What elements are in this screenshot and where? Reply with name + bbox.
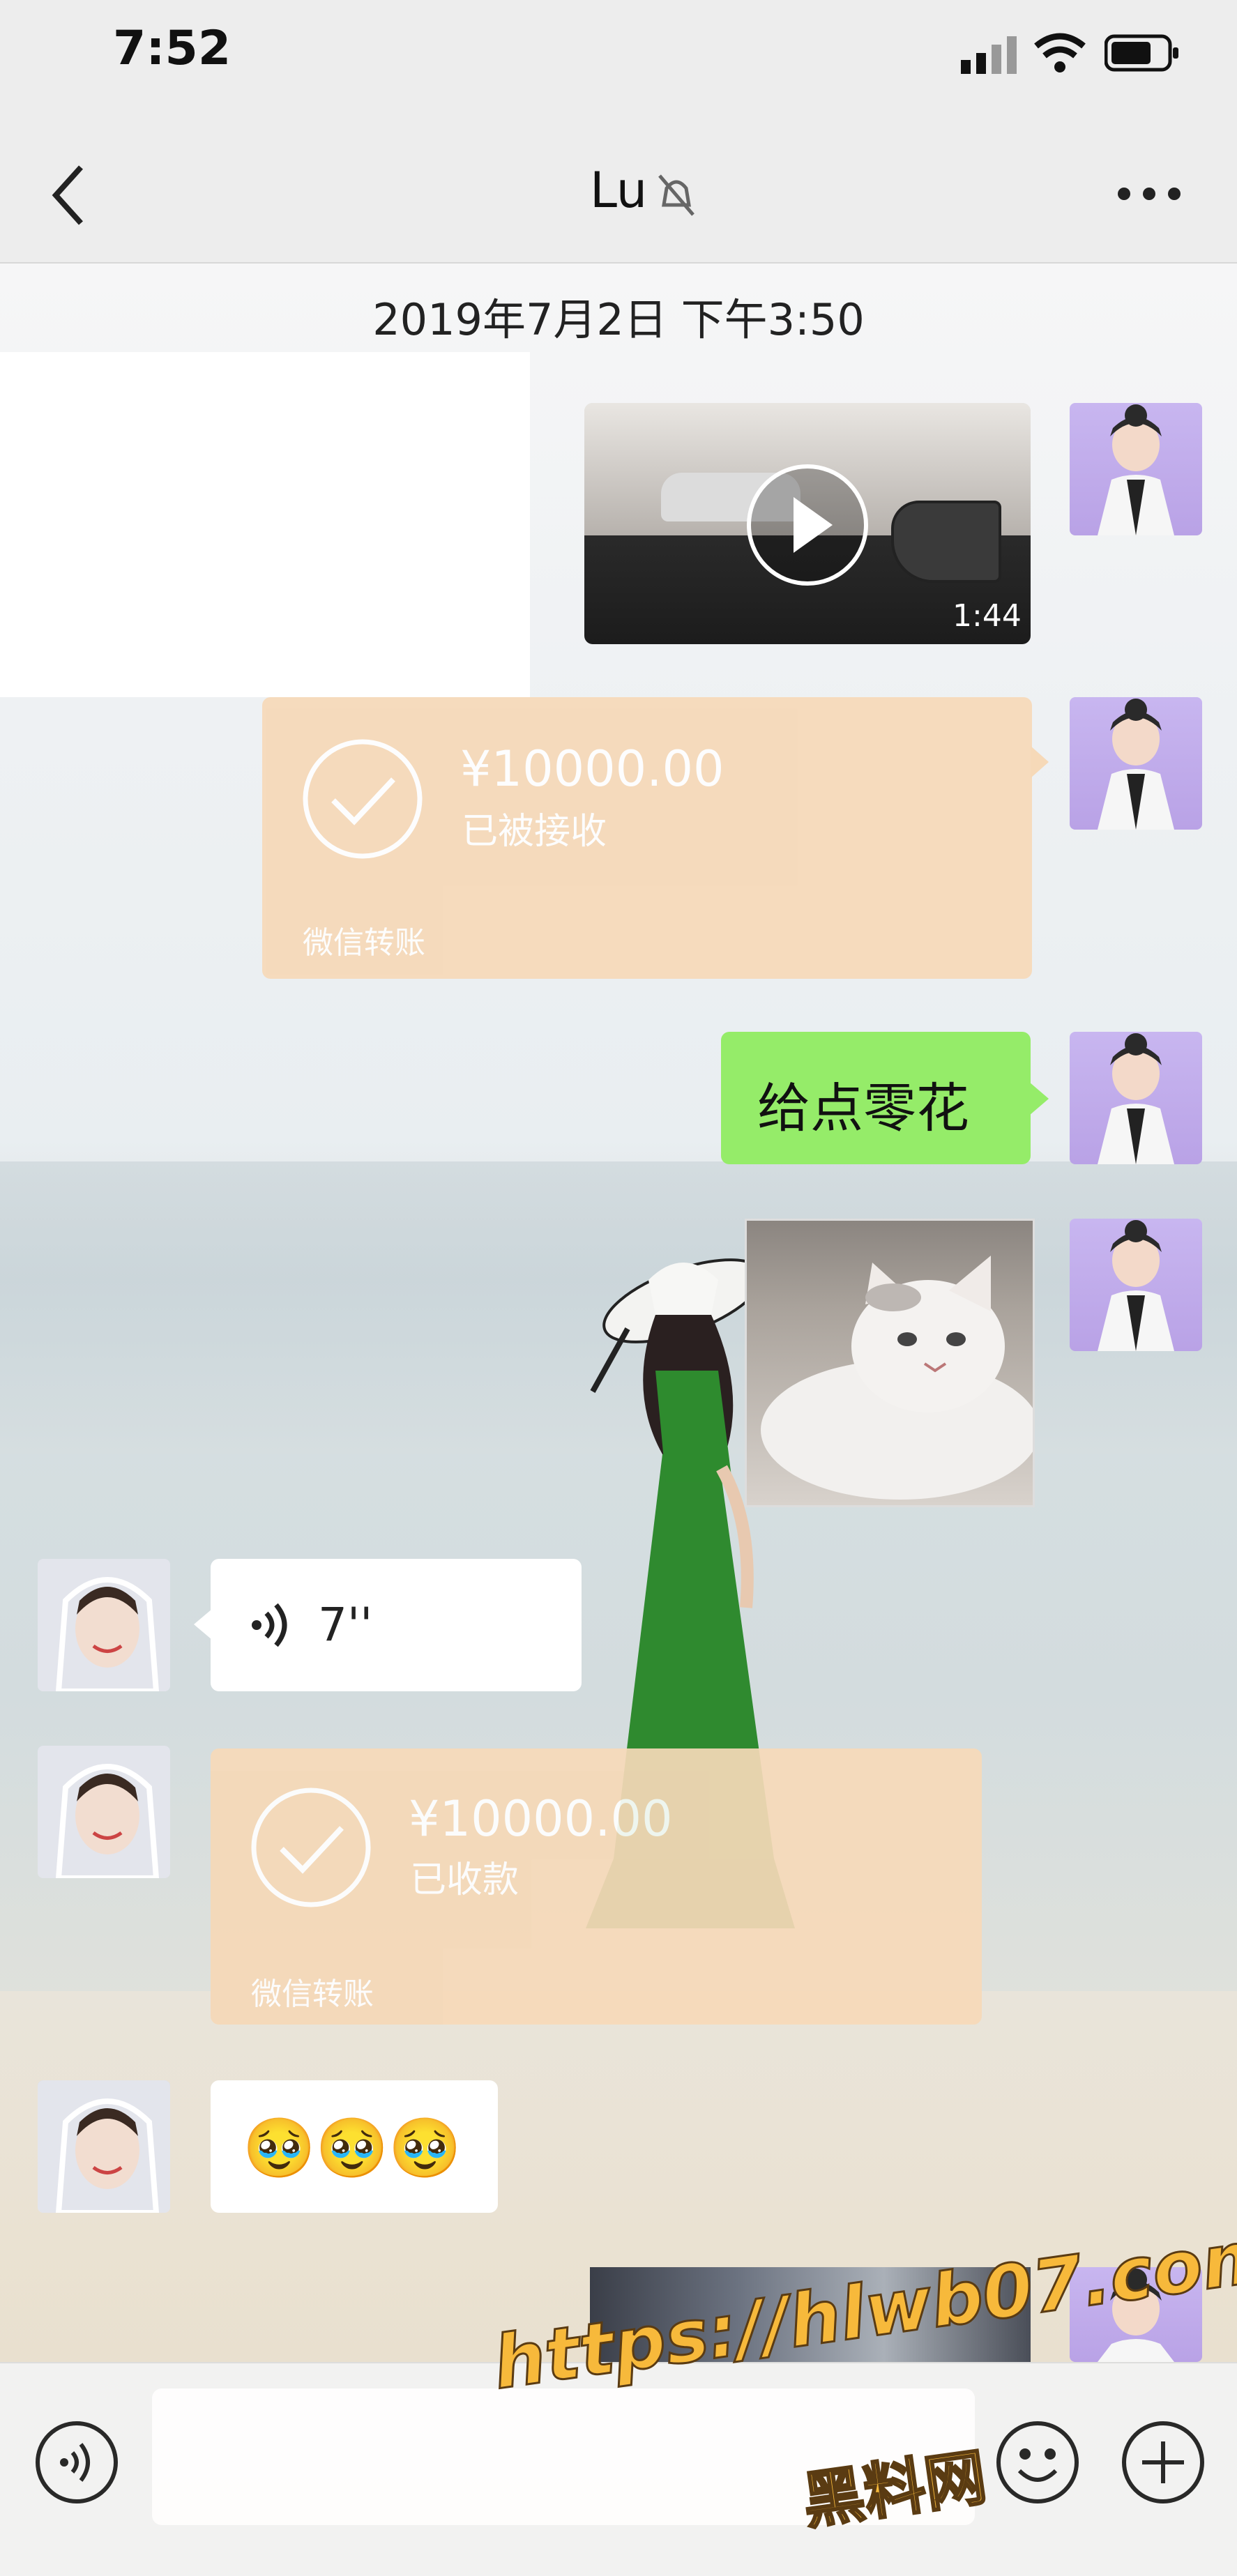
voice-message[interactable]: 7'' (211, 1559, 582, 1691)
input-bar (0, 2362, 1237, 2576)
check-circle-icon (303, 739, 423, 859)
avatar-bride-illustration (38, 1746, 170, 1878)
text-bubble-sent[interactable]: 给点零花 (721, 1032, 1031, 1164)
check-circle-icon (251, 1788, 371, 1907)
transfer-status: 已被接收 (462, 811, 607, 853)
transfer-card-sent[interactable]: ¥10000.00 已被接收 微信转账 (262, 697, 1032, 979)
video-mirror-shape (891, 501, 1001, 583)
emoji-icon[interactable] (994, 2419, 1081, 2506)
message-timestamp: 2019年7月2日 下午3:50 (372, 294, 865, 345)
chat-title: Lu (590, 162, 648, 219)
back-icon[interactable] (49, 162, 91, 229)
avatar-woman-illustration (1098, 404, 1174, 535)
avatar-woman-illustration (1098, 699, 1174, 830)
avatar-bride-illustration (38, 2080, 170, 2213)
cat-illustration (761, 1256, 1033, 1500)
play-icon[interactable] (745, 462, 870, 588)
bubble-tail (1029, 1082, 1049, 1115)
more-icon[interactable] (1116, 185, 1183, 202)
voice-wave-icon (252, 1603, 287, 1647)
avatar[interactable] (1070, 1032, 1202, 1164)
transfer-footer: 微信转账 (251, 1976, 374, 2012)
transfer-footer: 微信转账 (303, 925, 425, 961)
bubble-tail (194, 1609, 212, 1640)
voice-length: 7'' (318, 1598, 373, 1652)
contact-avatar[interactable] (38, 1746, 170, 1878)
message-text: 给点零花 (757, 1077, 969, 1139)
avatar-woman-illustration (1098, 1220, 1174, 1351)
video-message[interactable]: 1:44 (584, 403, 1031, 644)
status-bar: 7:52 (0, 0, 1237, 119)
emoji-text: 🥹🥹🥹 (243, 2114, 462, 2182)
avatar[interactable] (1070, 403, 1202, 535)
status-time: 7:52 (113, 21, 232, 76)
transfer-amount: ¥10000.00 (460, 740, 724, 798)
mute-bell-icon (658, 174, 695, 216)
contact-avatar[interactable] (38, 1559, 170, 1691)
contact-avatar[interactable] (38, 2080, 170, 2213)
avatar-woman-illustration (1098, 1033, 1174, 1164)
cat-sticker-image[interactable] (745, 1219, 1035, 1507)
bubble-tail (1031, 746, 1049, 778)
avatar-bride-illustration (38, 1559, 170, 1691)
transfer-card-received[interactable]: ¥10000.00 已收款 微信转账 (211, 1748, 982, 2025)
wifi-icon (1034, 33, 1086, 73)
signal-icon (961, 36, 1017, 74)
avatar[interactable] (1070, 697, 1202, 830)
avatar[interactable] (1070, 1219, 1202, 1351)
video-duration: 1:44 (953, 598, 1022, 634)
emoji-message[interactable]: 🥹🥹🥹 (211, 2080, 498, 2213)
battery-icon (1105, 34, 1178, 72)
redacted-area (0, 352, 530, 697)
plus-icon[interactable] (1120, 2419, 1206, 2506)
voice-input-icon[interactable] (33, 2419, 120, 2506)
transfer-amount: ¥10000.00 (409, 1790, 673, 1847)
nav-bar: Lu (0, 119, 1237, 264)
transfer-status: 已收款 (410, 1859, 519, 1901)
